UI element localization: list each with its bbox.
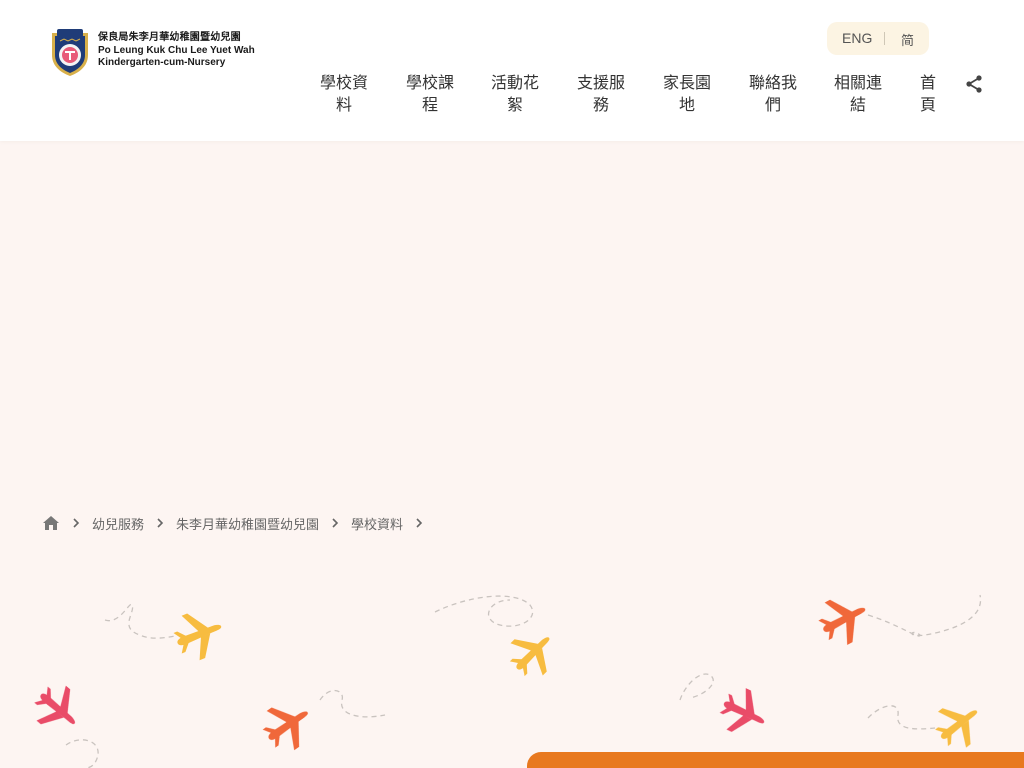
nav-label-line2: 們	[764, 95, 781, 114]
nav-school-curriculum[interactable]: 學校課 程	[406, 72, 454, 116]
breadcrumb: 幼兒服務 朱李月華幼稚園暨幼兒園 學校資料	[42, 513, 435, 533]
nav-label-line1: 首	[919, 73, 936, 92]
home-icon[interactable]	[42, 515, 60, 531]
logo-name-cn: 保良局朱李月華幼稚園暨幼兒園	[98, 32, 241, 43]
nav-school-info[interactable]: 學校資 料	[320, 72, 368, 116]
nav-home[interactable]: 首 頁	[918, 72, 938, 116]
nav-related-links[interactable]: 相關連 結	[834, 72, 882, 116]
nav-label-line2: 料	[335, 95, 352, 114]
nav-label-line1: 活動花	[491, 73, 540, 92]
nav-label-line2: 結	[849, 95, 866, 114]
nav-label-line2: 地	[678, 95, 695, 114]
nav-label-line2: 絮	[506, 95, 523, 114]
nav-label-line1: 家長園	[663, 73, 712, 92]
share-icon[interactable]	[964, 74, 984, 94]
logo-text: 保良局朱李月華幼稚園暨幼兒園 Po Leung Kuk Chu Lee Yuet…	[98, 31, 255, 69]
lang-eng-link[interactable]: ENG	[842, 30, 872, 46]
logo-name-en-1: Po Leung Kuk Chu Lee Yuet Wah	[98, 45, 255, 56]
site-header: 保良局朱李月華幼稚園暨幼兒園 Po Leung Kuk Chu Lee Yuet…	[0, 0, 1024, 141]
content-panel-top	[527, 752, 1024, 768]
nav-label-line1: 學校課	[406, 73, 455, 92]
nav-contact-us[interactable]: 聯絡我 們	[749, 72, 797, 116]
breadcrumb-item[interactable]: 幼兒服務	[92, 514, 144, 533]
school-crest-icon	[52, 29, 88, 76]
chevron-right-icon	[73, 518, 80, 528]
nav-label-line1: 支援服	[577, 73, 626, 92]
chevron-right-icon	[332, 518, 339, 528]
nav-support-services[interactable]: 支援服 務	[577, 72, 625, 116]
lang-divider	[884, 32, 885, 45]
breadcrumb-item[interactable]: 朱李月華幼稚園暨幼兒園	[176, 514, 319, 533]
site-logo[interactable]: 保良局朱李月華幼稚園暨幼兒園 Po Leung Kuk Chu Lee Yuet…	[48, 27, 255, 77]
nav-parents-corner[interactable]: 家長園 地	[663, 72, 711, 116]
chevron-right-icon	[157, 518, 164, 528]
nav-label-line2: 頁	[919, 95, 936, 114]
nav-label-line2: 務	[592, 95, 609, 114]
chevron-right-icon	[416, 518, 423, 528]
breadcrumb-item[interactable]: 學校資料	[351, 514, 403, 533]
lang-simplified-link[interactable]: 简	[901, 30, 914, 49]
logo-name-en-2: Kindergarten-cum-Nursery	[98, 57, 226, 68]
nav-label-line1: 聯絡我	[749, 73, 798, 92]
nav-activities[interactable]: 活動花 絮	[491, 72, 539, 116]
nav-label-line2: 程	[421, 95, 438, 114]
airplane-decoration	[26, 587, 991, 768]
nav-label-line1: 學校資	[320, 73, 369, 92]
language-switcher: ENG 简	[827, 22, 929, 55]
nav-label-line1: 相關連	[834, 73, 883, 92]
